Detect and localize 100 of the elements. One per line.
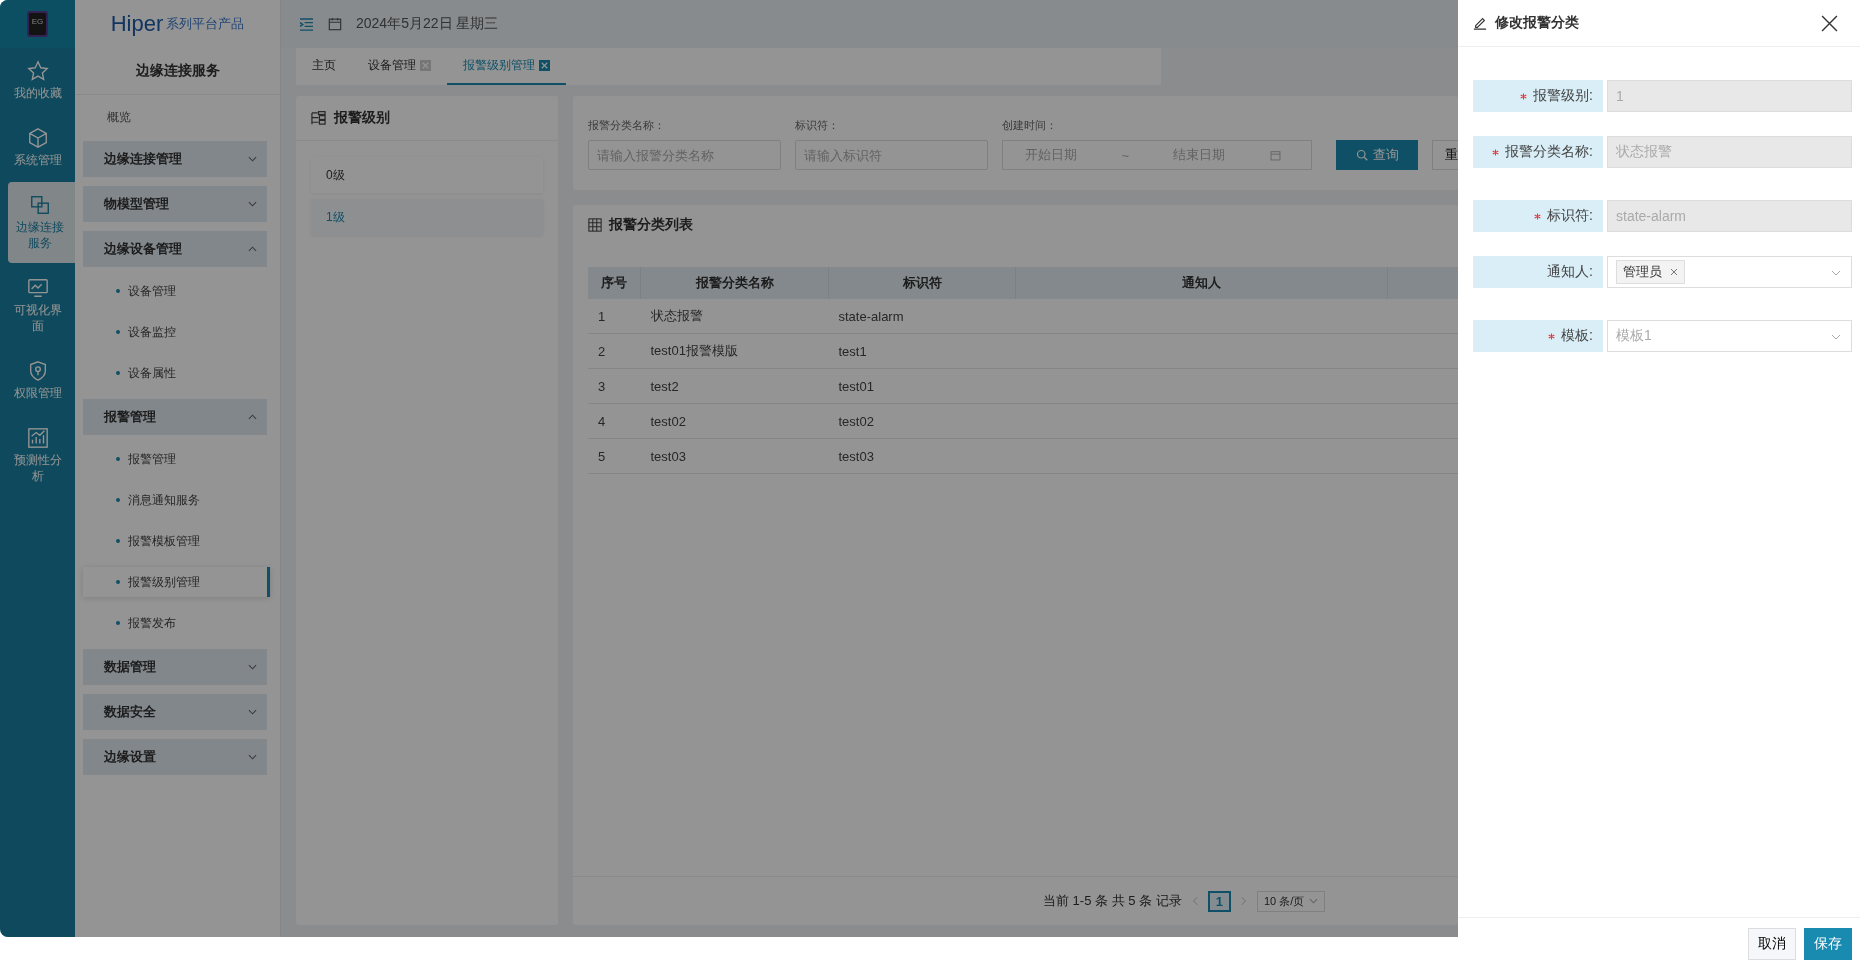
rail-label: 我的收藏 [12,85,63,101]
menu-group[interactable]: 物模型管理 [83,186,267,222]
calendar-icon [328,17,342,31]
chart-icon [26,427,49,449]
form-label: 模板: [1473,320,1603,352]
menu-icon[interactable] [299,17,314,31]
page-tab[interactable]: 报警级别管理 [447,47,566,85]
filter-label: 标识符： [795,118,840,133]
page-tab[interactable]: 设备管理 [352,47,447,85]
table-cell: 状态报警 [640,299,829,334]
filter-label: 报警分类名称： [588,118,666,133]
required-icon [1548,332,1556,340]
pagination-summary: 当前 1-5 条 共 5 条 记录 [1043,892,1182,910]
cancel-button[interactable]: 取消 [1748,928,1796,960]
star-icon [26,60,49,82]
rail-label: 权限管理 [12,385,63,401]
table-cell: 1 [588,299,641,334]
chevron-icon [1831,270,1841,276]
table-cell: state-alarm [828,299,1016,334]
required-icon [1534,212,1542,220]
submenu-item[interactable]: 设备属性 [83,358,270,388]
filter-label: 创建时间： [1002,118,1058,133]
form-label: 报警级别: [1473,80,1603,112]
menu-group[interactable]: 边缘连接管理 [83,141,267,177]
search-icon [1355,149,1368,161]
submenu-item[interactable]: 报警发布 [83,608,270,638]
group-label: 边缘设备管理 [104,240,182,258]
monitor-icon [26,277,49,299]
table-cell: 2 [588,333,641,369]
table-title: 报警分类列表 [609,216,693,234]
rail-item[interactable]: 预测性分析 [0,415,75,496]
table-cell: test02 [640,403,829,439]
page-tab[interactable]: 主页 [296,47,352,85]
page-size-select[interactable]: 10 条/页 [1256,890,1326,912]
table-cell: test02 [828,403,1016,439]
tree-icon [311,110,326,126]
edit-icon [1473,16,1487,30]
page-number[interactable]: 1 [1207,890,1231,912]
menu-group[interactable]: 边缘设备管理 [83,231,267,267]
table-cell: 3 [588,368,641,404]
rail-label: 系统管理 [12,152,63,168]
header-date: 2024年5月22日 星期三 [356,15,499,33]
app-logo: EG [26,11,49,37]
rail-item[interactable]: 系统管理 [0,115,75,180]
sidebar-title: 边缘连接服务 [75,48,280,95]
menu-group[interactable]: 数据管理 [83,649,267,685]
brand-tagline: 系列平台产品 [166,15,245,33]
save-button[interactable]: 保存 [1804,928,1852,960]
submenu-item[interactable]: 报警管理 [83,444,270,474]
table-cell: test01 [828,368,1016,404]
group-label: 边缘连接管理 [104,150,182,168]
remove-icon[interactable] [1670,268,1678,276]
rail-item[interactable]: 权限管理 [0,348,75,413]
required-icon [1492,148,1500,156]
submenu-item[interactable]: 报警模板管理 [83,526,270,556]
column-header: 报警分类名称 [640,267,829,299]
group-label: 报警管理 [104,408,156,426]
level-item[interactable]: 0级 [311,157,543,193]
column-header: 序号 [588,267,641,299]
submenu-item[interactable]: 报警级别管理 [83,567,270,597]
rail-label: 预测性分析 [12,452,63,484]
form-label: 报警分类名称: [1473,136,1603,168]
table-icon [588,218,602,232]
chevron-icon [1309,898,1319,904]
form-label: 标识符: [1473,200,1603,232]
group-label: 数据管理 [104,658,156,676]
group-label: 物模型管理 [104,195,169,213]
group-label: 数据安全 [104,703,156,721]
rail-item[interactable]: 边缘连接服务 [8,182,75,263]
tag-select-field[interactable]: 管理员 [1607,256,1852,288]
rail-label: 边缘连接服务 [14,219,65,251]
table-cell: test03 [828,438,1016,474]
rail-label: 可视化界面 [12,302,63,334]
table-cell: test03 [640,438,829,474]
search-button[interactable]: 查询 [1336,140,1418,170]
table-cell: test01报警模版 [640,333,829,369]
rail-item[interactable]: 我的收藏 [0,48,75,113]
submenu-item[interactable]: 消息通知服务 [83,485,270,515]
reset-button[interactable]: 重 [1432,140,1458,170]
brand-name: Hiper [110,11,164,37]
menu-group[interactable]: 报警管理 [83,399,267,435]
submenu-item[interactable]: 设备监控 [83,317,270,347]
table-cell: 5 [588,438,641,474]
form-label: 通知人: [1473,256,1603,288]
user-tag: 管理员 [1616,260,1685,284]
menu-group[interactable]: 边缘设置 [83,739,267,775]
submenu-item[interactable]: 设备管理 [83,276,270,306]
column-header: 通知人 [1015,267,1388,299]
table-cell: 4 [588,403,641,439]
panel-title: 报警级别 [334,109,390,127]
table-cell: test2 [640,368,829,404]
table-cell: test1 [828,333,1016,369]
group-label: 边缘设置 [104,748,156,766]
level-item[interactable]: 1级 [311,199,543,235]
close-icon[interactable] [1821,14,1838,32]
required-icon [1520,92,1528,100]
menu-group[interactable]: 数据安全 [83,694,267,730]
sidebar-item[interactable]: 概览 [83,103,267,132]
drawer-title: 修改报警分类 [1495,14,1580,32]
rail-item[interactable]: 可视化界面 [0,265,75,346]
